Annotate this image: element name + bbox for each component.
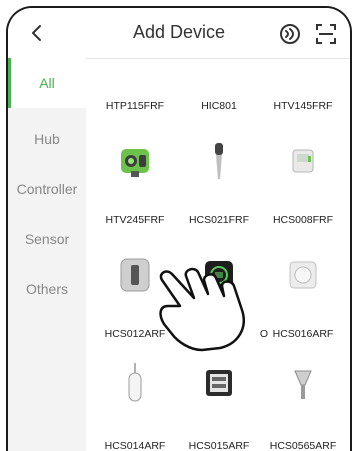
device-label: HCS016ARF <box>272 328 334 340</box>
spike-sensor-icon <box>294 370 312 399</box>
device-label: HCS0565ARF <box>269 440 337 451</box>
sidebar-item-hub[interactable]: Hub <box>8 114 86 164</box>
sidebar-item-label: Sensor <box>24 231 70 247</box>
device-card[interactable]: HCS015ARF <box>178 358 260 451</box>
device-image <box>194 358 244 408</box>
leak-sensor-icon <box>128 363 142 402</box>
device-image <box>278 136 328 186</box>
device-grid: HTP115FRF HIC801 HTV145FRF HTV245FRF HCS… <box>94 58 350 451</box>
sidebar-item-others[interactable]: Others <box>8 264 86 314</box>
sidebar-item-label: Others <box>25 281 68 297</box>
sidebar-item-sensor[interactable]: Sensor <box>8 214 86 264</box>
device-card[interactable]: HCS014ARF <box>94 358 176 451</box>
device-card[interactable]: HIC801 <box>178 58 260 118</box>
scan-button[interactable] <box>312 20 340 48</box>
device-image <box>278 358 328 408</box>
device-image <box>110 250 160 300</box>
device-card[interactable]: HCS008FRF <box>262 136 344 226</box>
device-image <box>194 250 244 300</box>
device-image <box>110 136 160 186</box>
sidebar-item-label: Controller <box>16 181 78 197</box>
device-image <box>278 250 328 300</box>
soil-probe-icon <box>215 143 223 179</box>
device-search-icon <box>280 24 300 44</box>
phone-screen: Add Device All Hub Controller Sensor Oth… <box>0 0 358 451</box>
device-card[interactable]: HCS012ARF <box>94 250 176 340</box>
display-sensor-icon <box>205 261 233 289</box>
device-card[interactable]: HTV145FRF <box>262 58 344 118</box>
device-frame: Add Device All Hub Controller Sensor Oth… <box>6 6 352 451</box>
device-card[interactable]: HTP115FRF <box>94 58 176 118</box>
lcd-thermometer-icon <box>206 370 232 396</box>
device-card[interactable]: HTV245FRF <box>94 136 176 226</box>
device-image <box>194 136 244 186</box>
top-bar: Add Device <box>8 8 350 59</box>
device-label: HCS008FRF <box>272 214 334 226</box>
device-card[interactable]: HCS021FRF <box>178 136 260 226</box>
thermo-sensor-icon <box>292 149 314 173</box>
sidebar-item-controller[interactable]: Controller <box>8 164 86 214</box>
scan-icon <box>316 24 336 44</box>
sidebar-item-label: All <box>39 75 55 91</box>
device-label: HTV145FRF <box>273 100 333 112</box>
category-sidebar: All Hub Controller Sensor Others <box>8 58 86 451</box>
device-card[interactable]: HCS016ARF <box>262 250 344 340</box>
device-card[interactable]: O <box>178 250 268 340</box>
round-sensor-icon <box>289 261 317 289</box>
device-image <box>110 358 160 408</box>
device-label: HCS012ARF <box>104 328 166 340</box>
hub-device-icon <box>120 258 150 292</box>
device-search-button[interactable] <box>276 20 304 48</box>
sidebar-item-label: Hub <box>34 131 60 147</box>
hose-timer-icon <box>121 149 149 177</box>
sidebar-item-all[interactable]: All <box>8 58 86 108</box>
device-card[interactable]: HCS0565ARF <box>262 358 344 451</box>
